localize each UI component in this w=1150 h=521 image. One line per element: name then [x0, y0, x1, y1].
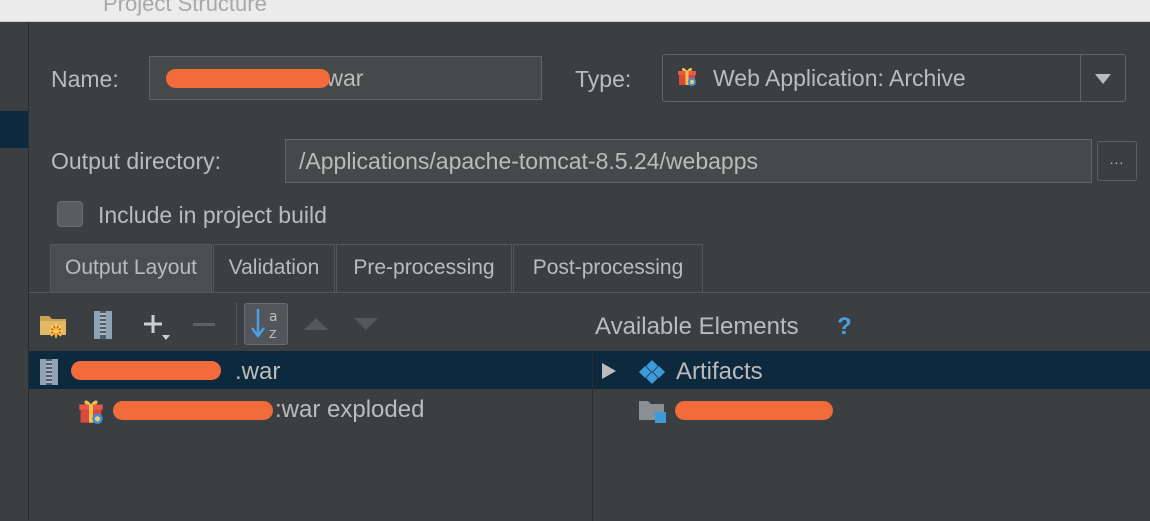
- name-label: Name:: [51, 66, 119, 92]
- sort-elements-button[interactable]: a z: [244, 303, 288, 345]
- type-dropdown-arrow[interactable]: [1080, 55, 1125, 101]
- move-down-icon[interactable]: [354, 317, 378, 331]
- move-up-icon[interactable]: [304, 317, 328, 331]
- name-redaction: [166, 69, 330, 88]
- type-combobox[interactable]: Web Application: Archive: [662, 54, 1126, 102]
- tab-post-processing[interactable]: Post-processing: [513, 244, 703, 292]
- tab-validation[interactable]: Validation: [213, 244, 335, 292]
- window-title: Project Structure: [103, 0, 267, 16]
- exploded-name-redaction: [113, 401, 273, 420]
- layout-item-label: :war exploded: [275, 396, 425, 423]
- output-directory-value: /Applications/apache-tomcat-8.5.24/webap…: [299, 148, 759, 174]
- artifacts-icon: [639, 360, 665, 384]
- add-copy-icon[interactable]: [143, 313, 173, 343]
- module-name-redaction: [675, 401, 833, 420]
- available-tree-row[interactable]: Artifacts: [593, 351, 1150, 389]
- layout-item-label: .war: [235, 358, 281, 385]
- type-label: Type:: [575, 66, 632, 92]
- add-archive-icon[interactable]: [93, 310, 113, 340]
- layout-toolbar: a z Available Elements ?: [29, 293, 1150, 351]
- create-directory-icon[interactable]: [39, 311, 69, 339]
- available-tree-row[interactable]: [593, 391, 1150, 427]
- output-layout-panel: a z Available Elements ? .war:war explo…: [29, 292, 1150, 521]
- artifact-name-redaction: [71, 361, 221, 380]
- expand-arrow-icon[interactable]: [601, 362, 617, 380]
- include-in-build-checkbox[interactable]: [57, 201, 83, 227]
- name-input[interactable]: :war: [149, 56, 542, 100]
- window-titlebar: Project Structure: [0, 0, 1150, 22]
- module-folder-icon: [639, 401, 666, 423]
- type-value: Web Application: Archive: [713, 65, 966, 91]
- svg-text:z: z: [269, 326, 276, 341]
- toolbar-separator: [236, 303, 237, 345]
- tab-pre-processing[interactable]: Pre-processing: [336, 244, 512, 292]
- svg-text:a: a: [269, 309, 278, 325]
- include-in-build-label: Include in project build: [98, 202, 327, 228]
- artifacts-list-pane[interactable]: [0, 22, 29, 520]
- artifacts-list-selected-row[interactable]: [0, 111, 28, 148]
- layout-tree-row[interactable]: .war: [29, 351, 592, 389]
- available-elements-title: Available Elements: [595, 313, 799, 340]
- browse-button[interactable]: ...: [1097, 141, 1137, 181]
- tab-output-layout[interactable]: Output Layout: [50, 244, 212, 292]
- layout-tree-row[interactable]: :war exploded: [29, 391, 592, 427]
- gift-icon: [678, 67, 696, 86]
- available-item-label: Artifacts: [676, 358, 763, 385]
- available-elements-help-icon[interactable]: ?: [837, 313, 852, 341]
- sort-alphabetically-icon: a z: [251, 309, 278, 341]
- output-directory-label: Output directory:: [51, 148, 222, 174]
- gift-icon: [79, 400, 103, 424]
- archive-icon: [40, 359, 58, 385]
- output-directory-input[interactable]: /Applications/apache-tomcat-8.5.24/webap…: [285, 139, 1092, 183]
- remove-icon[interactable]: [193, 322, 215, 328]
